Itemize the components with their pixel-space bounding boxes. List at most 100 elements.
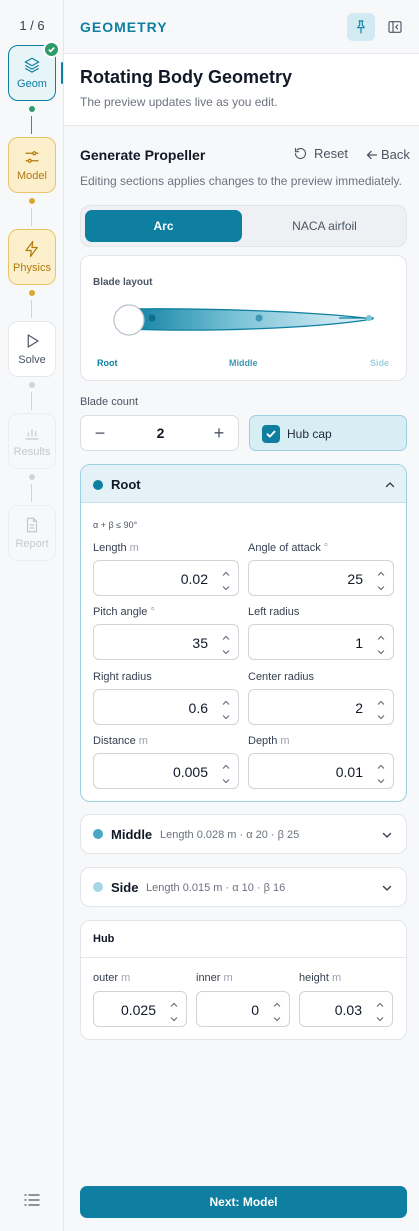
blade-count-value[interactable]: 2 — [121, 425, 200, 441]
depth-input[interactable]: 0.01 — [248, 753, 394, 789]
step-physics[interactable]: Physics — [8, 229, 56, 285]
increment-button[interactable]: + — [210, 424, 228, 442]
chevron-down-icon[interactable] — [272, 1011, 282, 1022]
number-spinner[interactable] — [371, 690, 393, 724]
chevron-down-icon[interactable] — [221, 709, 231, 720]
step-geom-label: Geom — [17, 78, 47, 90]
chevron-down-icon[interactable] — [376, 644, 386, 655]
chevron-down-icon[interactable] — [376, 773, 386, 784]
chevron-up-icon[interactable] — [221, 759, 231, 769]
chevron-down-icon[interactable] — [376, 709, 386, 720]
chevron-up-icon[interactable] — [169, 997, 179, 1007]
hub-cap-checkbox[interactable] — [262, 425, 280, 443]
root-section-header[interactable]: Root — [81, 465, 406, 503]
number-spinner[interactable] — [370, 992, 392, 1026]
step-connector-dot — [29, 382, 35, 388]
chevron-up-icon[interactable] — [272, 997, 282, 1007]
depth-value: 0.01 — [335, 764, 363, 780]
section-title: Generate Propeller — [80, 147, 206, 163]
pin-button[interactable] — [347, 13, 375, 41]
bar-chart-icon — [25, 429, 39, 440]
number-spinner[interactable] — [216, 561, 238, 595]
step-results-label: Results — [13, 446, 51, 458]
angle-of-attack-input[interactable]: 25 — [248, 560, 394, 596]
distance-input[interactable]: 0.005 — [93, 753, 239, 789]
number-spinner[interactable] — [371, 561, 393, 595]
step-counter: 1 / 6 — [19, 18, 45, 33]
collapse-panel-button[interactable] — [381, 13, 409, 41]
chevron-up-icon[interactable] — [376, 695, 386, 705]
middle-section-summary: Length 0.028 m · α 20 · β 25 — [160, 829, 300, 841]
hub-inner-input[interactable]: 0 — [196, 991, 290, 1027]
side-section-row[interactable]: Side Length 0.015 m · α 10 · β 16 — [80, 867, 407, 907]
hub-outer-input[interactable]: 0.025 — [93, 991, 187, 1027]
number-spinner[interactable] — [216, 625, 238, 659]
document-icon — [26, 517, 38, 533]
step-connector-dot — [29, 106, 35, 112]
chevron-down-icon[interactable] — [375, 1011, 385, 1022]
length-value: 0.02 — [180, 571, 208, 587]
hub-outer-value: 0.025 — [120, 1002, 156, 1018]
left-radius-input[interactable]: 1 — [248, 624, 394, 660]
chevron-down-icon — [382, 885, 392, 891]
step-connector-line — [31, 208, 32, 226]
page-header: Rotating Body Geometry The preview updat… — [64, 54, 419, 126]
right-radius-input[interactable]: 0.6 — [93, 689, 239, 725]
blade-root-hub — [113, 304, 145, 336]
profile-option-naca[interactable]: NACA airfoil — [246, 210, 403, 242]
chevron-down-icon — [382, 832, 392, 838]
middle-marker — [255, 314, 263, 322]
middle-section-row[interactable]: Middle Length 0.028 m · α 20 · β 25 — [80, 814, 407, 854]
chevron-down-icon[interactable] — [376, 580, 386, 591]
number-spinner[interactable] — [267, 992, 289, 1026]
chevron-down-icon[interactable] — [221, 580, 231, 591]
chevron-up-icon[interactable] — [221, 695, 231, 705]
chevron-up-icon[interactable] — [376, 759, 386, 769]
number-spinner[interactable] — [216, 690, 238, 724]
side-color-dot — [93, 882, 103, 892]
decrement-button[interactable]: − — [91, 424, 109, 442]
right-radius-label: Right radius — [93, 671, 152, 683]
hub-height-input[interactable]: 0.03 — [299, 991, 393, 1027]
number-spinner[interactable] — [371, 754, 393, 788]
number-spinner[interactable] — [371, 625, 393, 659]
step-geom[interactable]: Geom — [8, 41, 60, 101]
hub-cap-toggle[interactable]: Hub cap — [249, 415, 407, 451]
root-section-title: Root — [111, 477, 141, 492]
center-radius-input[interactable]: 2 — [248, 689, 394, 725]
position-label-middle: Middle — [229, 358, 258, 368]
step-report-label: Report — [15, 538, 49, 550]
chevron-up-icon[interactable] — [375, 997, 385, 1007]
hub-header: Hub — [81, 921, 406, 958]
list-menu-icon[interactable] — [24, 1193, 40, 1207]
arrow-left-icon — [366, 150, 378, 159]
position-label-side: Side — [370, 358, 390, 368]
back-button[interactable]: Back — [366, 147, 410, 162]
number-spinner[interactable] — [164, 992, 186, 1026]
chevron-down-icon[interactable] — [169, 1011, 179, 1022]
step-connector-line — [31, 392, 32, 410]
step-model[interactable]: Model — [8, 137, 56, 193]
chevron-up-icon[interactable] — [221, 566, 231, 576]
step-model-label: Model — [17, 170, 47, 182]
reset-label: Reset — [314, 146, 348, 161]
step-solve[interactable]: Solve — [8, 321, 56, 377]
length-label: Length m — [93, 542, 139, 554]
reset-button[interactable]: Reset — [293, 146, 348, 161]
chevron-up-icon[interactable] — [221, 630, 231, 640]
chevron-up-icon[interactable] — [376, 630, 386, 640]
panel-title: GEOMETRY — [80, 19, 168, 35]
page-subtitle: The preview updates live as you edit. — [80, 95, 278, 109]
number-spinner[interactable] — [216, 754, 238, 788]
chevron-up-icon[interactable] — [376, 566, 386, 576]
chevron-down-icon[interactable] — [221, 773, 231, 784]
next-model-button[interactable]: Next: Model — [80, 1186, 407, 1218]
chevron-down-icon[interactable] — [221, 644, 231, 655]
length-input[interactable]: 0.02 — [93, 560, 239, 596]
workflow-rail: 1 / 6 Geom Model Physics Solve Results R… — [0, 0, 64, 1231]
panel-header: GEOMETRY — [64, 0, 419, 54]
profile-type-toggle: Arc NACA airfoil — [80, 205, 407, 247]
pitch-angle-input[interactable]: 35 — [93, 624, 239, 660]
play-icon — [27, 334, 39, 348]
profile-option-arc[interactable]: Arc — [85, 210, 242, 242]
